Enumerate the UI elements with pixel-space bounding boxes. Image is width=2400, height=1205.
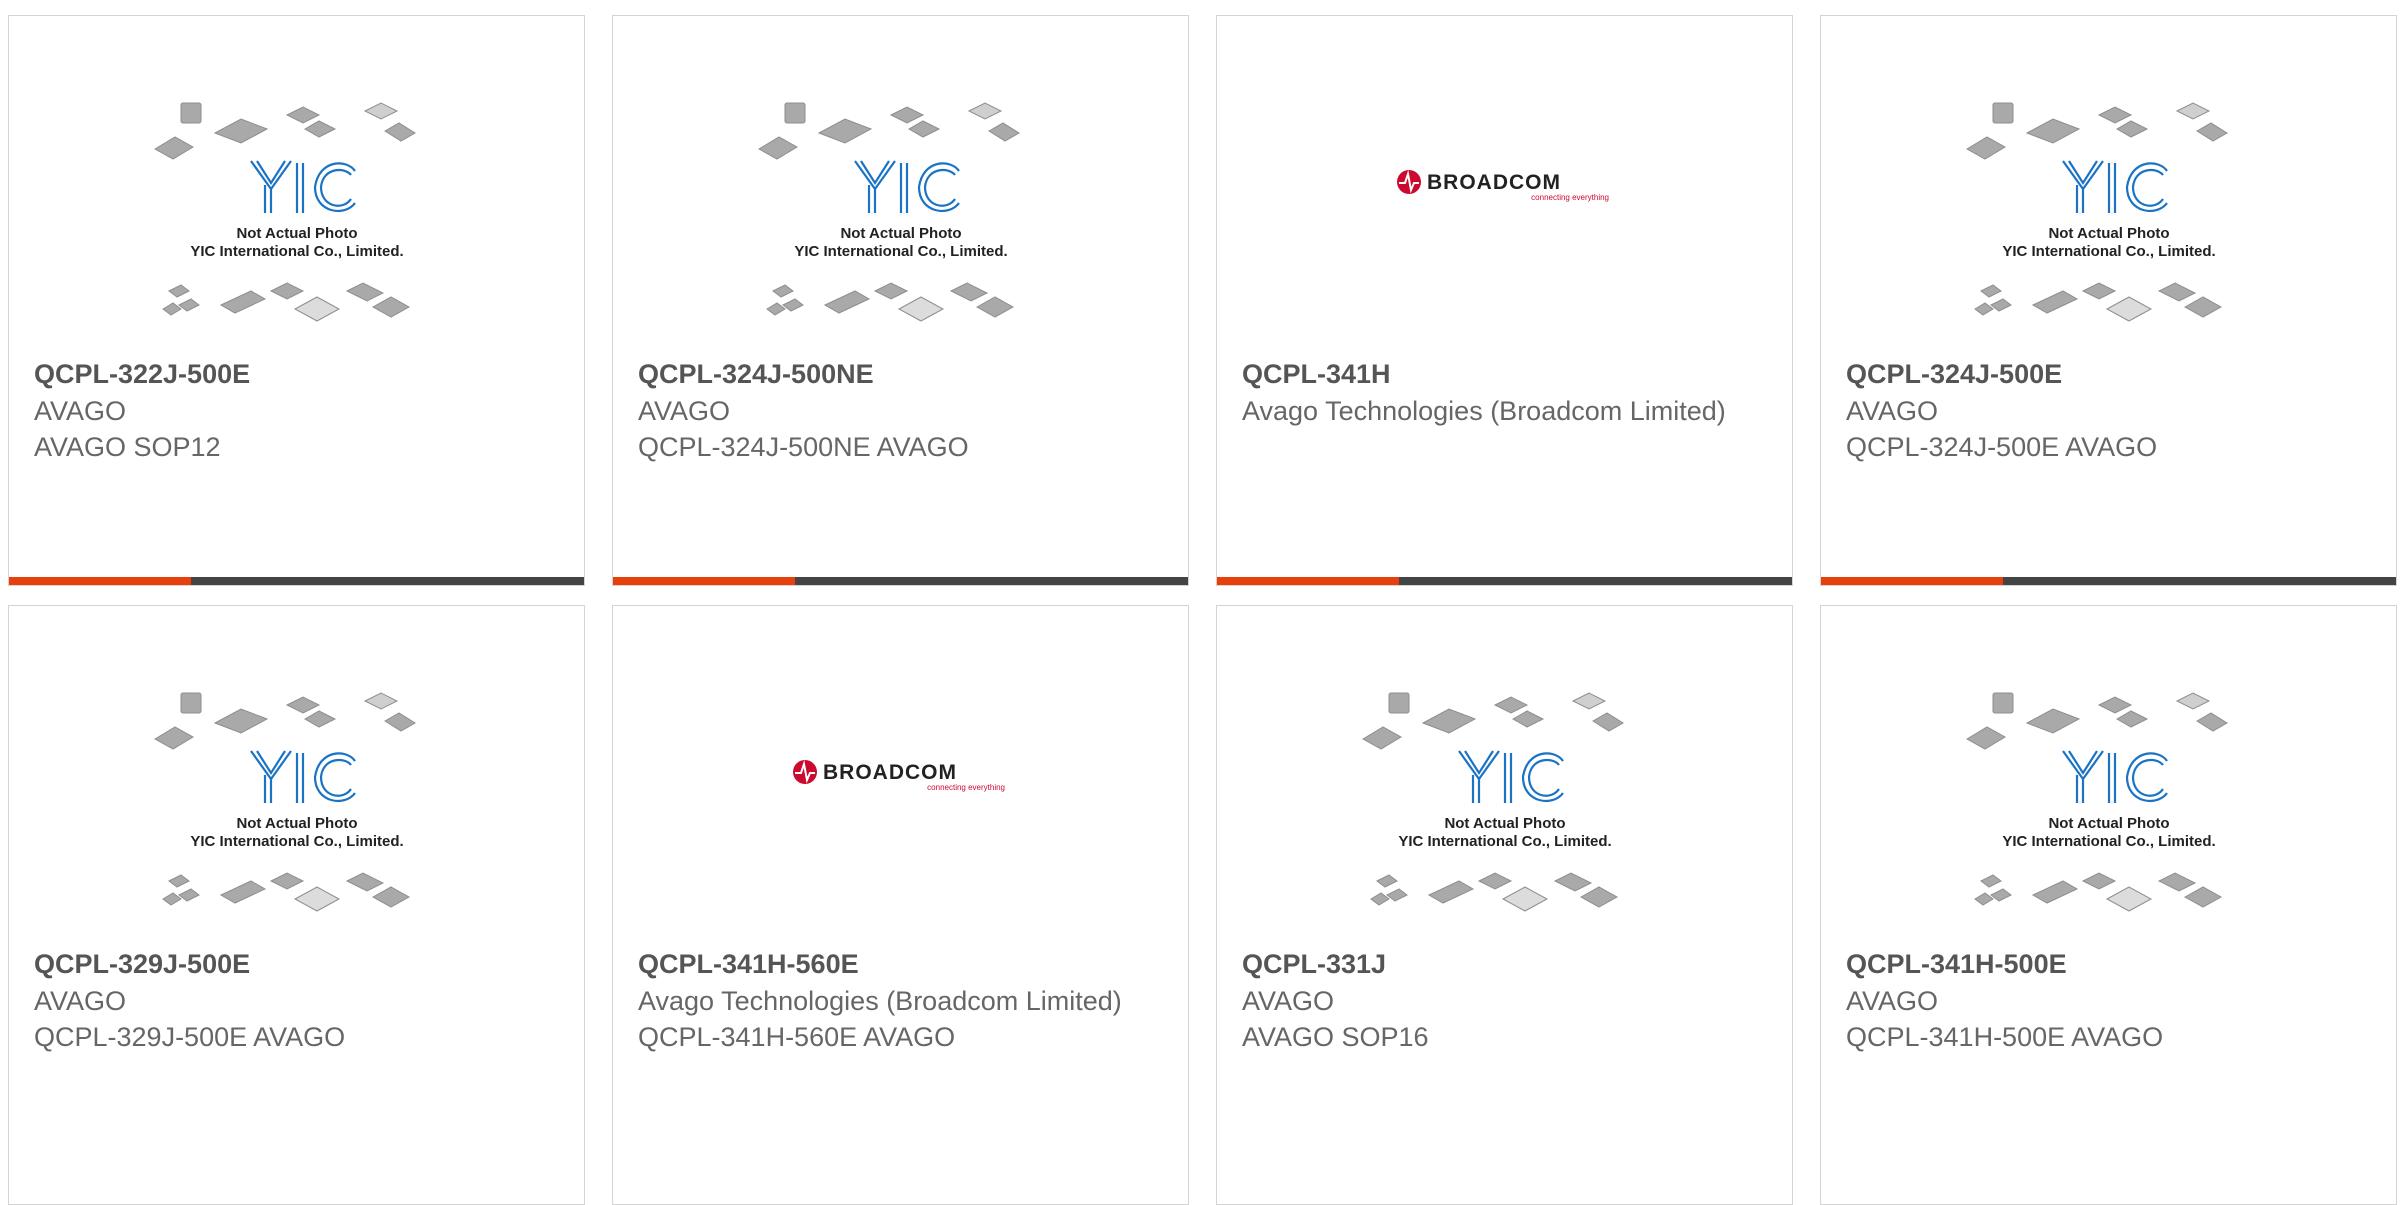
product-description: AVAGO SOP16 xyxy=(1242,1022,1429,1052)
broadcom-tagline: connecting everything xyxy=(1531,193,1609,202)
product-card[interactable]: BROADCOM connecting everything QCPL-341H… xyxy=(612,605,1189,1205)
product-name-link[interactable]: QCPL-324J-500E xyxy=(1846,356,2376,393)
product-info: QCPL-341H-560E Avago Technologies (Broadc… xyxy=(638,946,1168,1055)
product-manufacturer: Avago Technologies (Broadcom Limited) xyxy=(1242,396,1726,426)
product-description: AVAGO SOP12 xyxy=(34,432,221,462)
card-bottom-bar xyxy=(9,577,584,585)
product-image[interactable]: Not Actual Photo YIC International Co., … xyxy=(613,16,1188,346)
product-card[interactable]: BROADCOM connecting everything QCPL-341H… xyxy=(1216,15,1793,586)
placeholder-caption: Not Actual Photo xyxy=(236,815,357,832)
card-accent-bar xyxy=(1217,577,1399,585)
broadcom-tagline: connecting everything xyxy=(927,783,1005,792)
product-manufacturer: AVAGO xyxy=(1242,986,1335,1016)
product-name-link[interactable]: QCPL-331J xyxy=(1242,946,1772,983)
product-name-link[interactable]: QCPL-322J-500E xyxy=(34,356,564,393)
product-grid: Not Actual Photo YIC International Co., … xyxy=(0,0,2400,1205)
product-info: QCPL-331J AVAGO AVAGO SOP16 xyxy=(1242,946,1772,1055)
not-actual-photo-image: Not Actual Photo YIC International Co., … xyxy=(153,692,416,912)
card-bottom-bar xyxy=(1821,577,2396,585)
not-actual-photo-image: Not Actual Photo YIC International Co., … xyxy=(1965,102,2228,322)
placeholder-caption: Not Actual Photo xyxy=(2048,225,2169,242)
product-manufacturer: Avago Technologies (Broadcom Limited) xyxy=(638,986,1122,1016)
product-info: QCPL-329J-500E AVAGO QCPL-329J-500E AVAGO xyxy=(34,946,564,1055)
product-manufacturer: AVAGO xyxy=(34,396,127,426)
product-image[interactable]: Not Actual Photo YIC International Co., … xyxy=(9,606,584,936)
product-card[interactable]: Not Actual Photo YIC International Co., … xyxy=(612,15,1189,586)
placeholder-company: YIC International Co., Limited. xyxy=(190,833,403,850)
broadcom-logo: BROADCOM connecting everything xyxy=(792,760,1005,792)
placeholder-caption: Not Actual Photo xyxy=(840,225,961,242)
placeholder-company: YIC International Co., Limited. xyxy=(794,243,1007,260)
product-description: QCPL-329J-500E AVAGO xyxy=(34,1022,346,1052)
product-name-link[interactable]: QCPL-341H-500E xyxy=(1846,946,2376,983)
product-card[interactable]: Not Actual Photo YIC International Co., … xyxy=(1820,15,2397,586)
product-manufacturer: AVAGO xyxy=(1846,986,1939,1016)
broadcom-wordmark: BROADCOM xyxy=(823,761,957,784)
broadcom-logo: BROADCOM connecting everything xyxy=(1396,170,1609,202)
product-manufacturer: AVAGO xyxy=(638,396,731,426)
placeholder-caption: Not Actual Photo xyxy=(1444,815,1565,832)
product-image[interactable]: BROADCOM connecting everything xyxy=(613,606,1188,936)
not-actual-photo-image: Not Actual Photo YIC International Co., … xyxy=(153,102,416,322)
not-actual-photo-image: Not Actual Photo YIC International Co., … xyxy=(1965,692,2228,912)
card-bottom-bar xyxy=(613,577,1188,585)
product-description: QCPL-341H-500E AVAGO xyxy=(1846,1022,2164,1052)
placeholder-company: YIC International Co., Limited. xyxy=(2002,833,2215,850)
product-image[interactable]: Not Actual Photo YIC International Co., … xyxy=(1217,606,1792,936)
product-image[interactable]: BROADCOM connecting everything xyxy=(1217,16,1792,346)
product-manufacturer: AVAGO xyxy=(1846,396,1939,426)
product-info: QCPL-322J-500E AVAGO AVAGO SOP12 xyxy=(34,356,564,465)
product-image[interactable]: Not Actual Photo YIC International Co., … xyxy=(1821,606,2396,936)
placeholder-company: YIC International Co., Limited. xyxy=(190,243,403,260)
product-description: QCPL-341H-560E AVAGO xyxy=(638,1022,956,1052)
not-actual-photo-image: Not Actual Photo YIC International Co., … xyxy=(1361,692,1624,912)
placeholder-company: YIC International Co., Limited. xyxy=(1398,833,1611,850)
product-card[interactable]: Not Actual Photo YIC International Co., … xyxy=(8,605,585,1205)
card-accent-bar xyxy=(9,577,191,585)
placeholder-caption: Not Actual Photo xyxy=(2048,815,2169,832)
product-card[interactable]: Not Actual Photo YIC International Co., … xyxy=(1216,605,1793,1205)
card-accent-bar xyxy=(1821,577,2003,585)
product-info: QCPL-324J-500NE AVAGO QCPL-324J-500NE AVAG… xyxy=(638,356,1168,465)
product-description: QCPL-324J-500NE AVAGO xyxy=(638,432,969,462)
broadcom-wordmark: BROADCOM xyxy=(1427,171,1561,194)
not-actual-photo-image: Not Actual Photo YIC International Co., … xyxy=(757,102,1020,322)
product-image[interactable]: Not Actual Photo YIC International Co., … xyxy=(1821,16,2396,346)
card-accent-bar xyxy=(613,577,795,585)
placeholder-company: YIC International Co., Limited. xyxy=(2002,243,2215,260)
product-name-link[interactable]: QCPL-324J-500NE xyxy=(638,356,1168,393)
placeholder-caption: Not Actual Photo xyxy=(236,225,357,242)
product-description: QCPL-324J-500E AVAGO xyxy=(1846,432,2158,462)
product-card[interactable]: Not Actual Photo YIC International Co., … xyxy=(1820,605,2397,1205)
product-name-link[interactable]: QCPL-341H xyxy=(1242,356,1772,393)
card-bottom-bar xyxy=(1217,577,1792,585)
product-info: QCPL-324J-500E AVAGO QCPL-324J-500E AVAGO xyxy=(1846,356,2376,465)
product-manufacturer: AVAGO xyxy=(34,986,127,1016)
product-name-link[interactable]: QCPL-329J-500E xyxy=(34,946,564,983)
product-image[interactable]: Not Actual Photo YIC International Co., … xyxy=(9,16,584,346)
product-info: QCPL-341H Avago Technologies (Broadcom Li… xyxy=(1242,356,1772,429)
product-card[interactable]: Not Actual Photo YIC International Co., … xyxy=(8,15,585,586)
product-info: QCPL-341H-500E AVAGO QCPL-341H-500E AVAGO xyxy=(1846,946,2376,1055)
product-name-link[interactable]: QCPL-341H-560E xyxy=(638,946,1168,983)
